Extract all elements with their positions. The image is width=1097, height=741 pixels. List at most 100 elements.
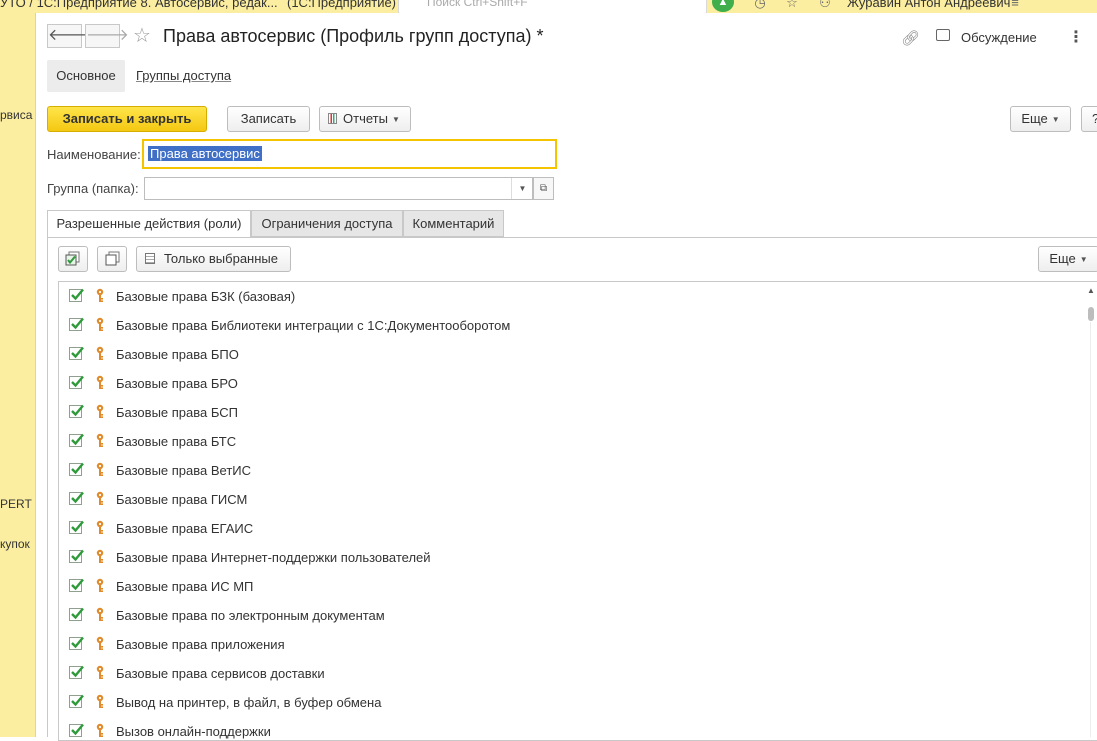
role-row[interactable]: Базовые права БТС — [59, 427, 1086, 456]
role-row[interactable]: Базовые права БПО — [59, 340, 1086, 369]
role-key-icon — [95, 288, 105, 304]
role-row[interactable]: Базовые права БРО — [59, 369, 1086, 398]
role-checkbox[interactable] — [69, 462, 84, 476]
role-key-icon — [95, 346, 105, 362]
role-row[interactable]: Базовые права сервисов доставки — [59, 659, 1086, 688]
role-checkbox[interactable] — [69, 375, 84, 389]
role-label: Базовые права БПО — [116, 347, 239, 362]
open-icon[interactable]: ⧉ — [533, 177, 554, 200]
uncheck-all-icon — [105, 251, 120, 266]
role-label: Базовые права БРО — [116, 376, 238, 391]
check-all-icon — [65, 251, 80, 266]
role-checkbox[interactable] — [69, 636, 84, 650]
role-checkbox[interactable] — [69, 694, 84, 708]
favorites-star-icon[interactable]: ☆ — [784, 0, 800, 10]
panel-border — [47, 237, 48, 737]
save-and-close-button[interactable]: Записать и закрыть — [47, 106, 207, 132]
back-button[interactable]: 🡐 — [47, 24, 91, 48]
save-button[interactable]: Записать — [227, 106, 310, 132]
nav-access-groups[interactable]: Группы доступа — [136, 68, 231, 83]
role-row[interactable]: Базовые права Библиотеки интеграции с 1С… — [59, 311, 1086, 340]
check-all-button[interactable] — [58, 246, 88, 272]
role-checkbox[interactable] — [69, 491, 84, 505]
window-title: УТО / 1С:Предприятие 8. Автосервис, реда… — [0, 0, 278, 10]
more-actions-icon[interactable]: ⋮ — [1068, 27, 1084, 47]
role-label: Базовые права БСП — [116, 405, 238, 420]
notifications-icon[interactable]: ▲ — [712, 0, 734, 12]
menu-icon[interactable]: ≡ — [1007, 0, 1023, 10]
nav-main[interactable]: Основное — [47, 60, 125, 92]
role-checkbox[interactable] — [69, 723, 84, 737]
global-search-input[interactable]: Поиск Ctrl+Shift+F — [398, 0, 707, 13]
role-label: Базовые права БТС — [116, 434, 237, 449]
more-label: Еще — [1021, 111, 1048, 126]
role-checkbox[interactable] — [69, 346, 84, 360]
tab-roles[interactable]: Разрешенные действия (роли) — [47, 210, 251, 238]
link-icon[interactable]: 🔗︎ — [901, 29, 920, 47]
role-row[interactable]: Базовые права ГИСМ — [59, 485, 1086, 514]
role-label: Базовые права ВетИС — [116, 463, 252, 478]
uncheck-all-button[interactable] — [97, 246, 127, 272]
role-label: Базовые права ЕГАИС — [116, 521, 254, 536]
name-value: Права автосервис — [148, 146, 262, 161]
reports-label: Отчеты — [343, 111, 388, 126]
name-label: Наименование: — [47, 147, 141, 162]
role-label: Базовые права приложения — [116, 637, 285, 652]
role-label: Базовые права Библиотеки интеграции с 1С… — [116, 318, 511, 333]
name-input[interactable]: Права автосервис — [142, 139, 557, 169]
more-button[interactable]: Еще ▼ — [1010, 106, 1071, 132]
role-row[interactable]: Базовые права ИС МП — [59, 572, 1086, 601]
role-key-icon — [95, 549, 105, 565]
group-input[interactable] — [144, 177, 533, 200]
role-key-icon — [95, 636, 105, 652]
role-label: Вывод на принтер, в файл, в буфер обмена — [116, 695, 382, 710]
role-row[interactable]: Вывод на принтер, в файл, в буфер обмена — [59, 688, 1086, 717]
role-row[interactable]: Базовые права приложения — [59, 630, 1086, 659]
role-checkbox[interactable] — [69, 433, 84, 447]
role-row[interactable]: Базовые права БЗК (базовая) — [59, 282, 1086, 311]
history-icon[interactable]: ◷ — [752, 0, 768, 10]
chevron-down-icon: ▼ — [1079, 255, 1088, 264]
discussion-button[interactable]: Обсуждение — [961, 30, 1037, 45]
role-checkbox[interactable] — [69, 549, 84, 563]
role-key-icon — [95, 520, 105, 536]
chevron-down-icon: ▼ — [1051, 115, 1060, 124]
role-row[interactable]: Базовые права ЕГАИС — [59, 514, 1086, 543]
role-checkbox[interactable] — [69, 665, 84, 679]
section-item[interactable]: купок — [0, 537, 30, 551]
role-checkbox[interactable] — [69, 288, 84, 302]
tab-access-restrictions[interactable]: Ограничения доступа — [251, 210, 403, 237]
reports-button[interactable]: Отчеты ▼ — [319, 106, 411, 132]
section-item[interactable]: рвиса — [0, 108, 32, 122]
role-checkbox[interactable] — [69, 317, 84, 331]
role-key-icon — [95, 607, 105, 623]
role-label: Базовые права сервисов доставки — [116, 666, 325, 681]
section-item[interactable]: PERT — [0, 497, 32, 511]
tab-comment[interactable]: Комментарий — [403, 210, 504, 237]
role-checkbox[interactable] — [69, 520, 84, 534]
scrollbar[interactable]: ▲ — [1086, 282, 1097, 737]
role-key-icon — [95, 375, 105, 391]
role-row[interactable]: Базовые права ВетИС — [59, 456, 1086, 485]
role-row[interactable]: Базовые права по электронным документам — [59, 601, 1086, 630]
role-row[interactable]: Базовые права БСП — [59, 398, 1086, 427]
role-row[interactable]: Базовые права Интернет-поддержки пользов… — [59, 543, 1086, 572]
list-more-button[interactable]: Еще ▼ — [1038, 246, 1097, 272]
favorite-star-icon[interactable]: ☆ — [133, 25, 151, 47]
scroll-thumb[interactable] — [1088, 307, 1094, 321]
role-label: Базовые права БЗК (базовая) — [116, 289, 296, 304]
role-checkbox[interactable] — [69, 404, 84, 418]
role-checkbox[interactable] — [69, 607, 84, 621]
help-button[interactable]: ? — [1081, 106, 1097, 132]
forward-button[interactable]: 🡒 — [85, 24, 129, 48]
role-row[interactable]: Вызов онлайн-поддержки — [59, 717, 1086, 740]
discussion-icon[interactable] — [936, 29, 950, 41]
scroll-up-icon[interactable]: ▲ — [1087, 286, 1095, 295]
dropdown-arrow-icon[interactable]: ▼ — [511, 178, 533, 199]
role-label: Базовые права по электронным документам — [116, 608, 385, 623]
role-key-icon — [95, 433, 105, 449]
current-user[interactable]: Журавин Антон Андреевич — [847, 0, 1010, 10]
user-icon[interactable]: ⚇ — [817, 0, 833, 10]
role-checkbox[interactable] — [69, 578, 84, 592]
only-selected-button[interactable]: Только выбранные — [136, 246, 291, 272]
